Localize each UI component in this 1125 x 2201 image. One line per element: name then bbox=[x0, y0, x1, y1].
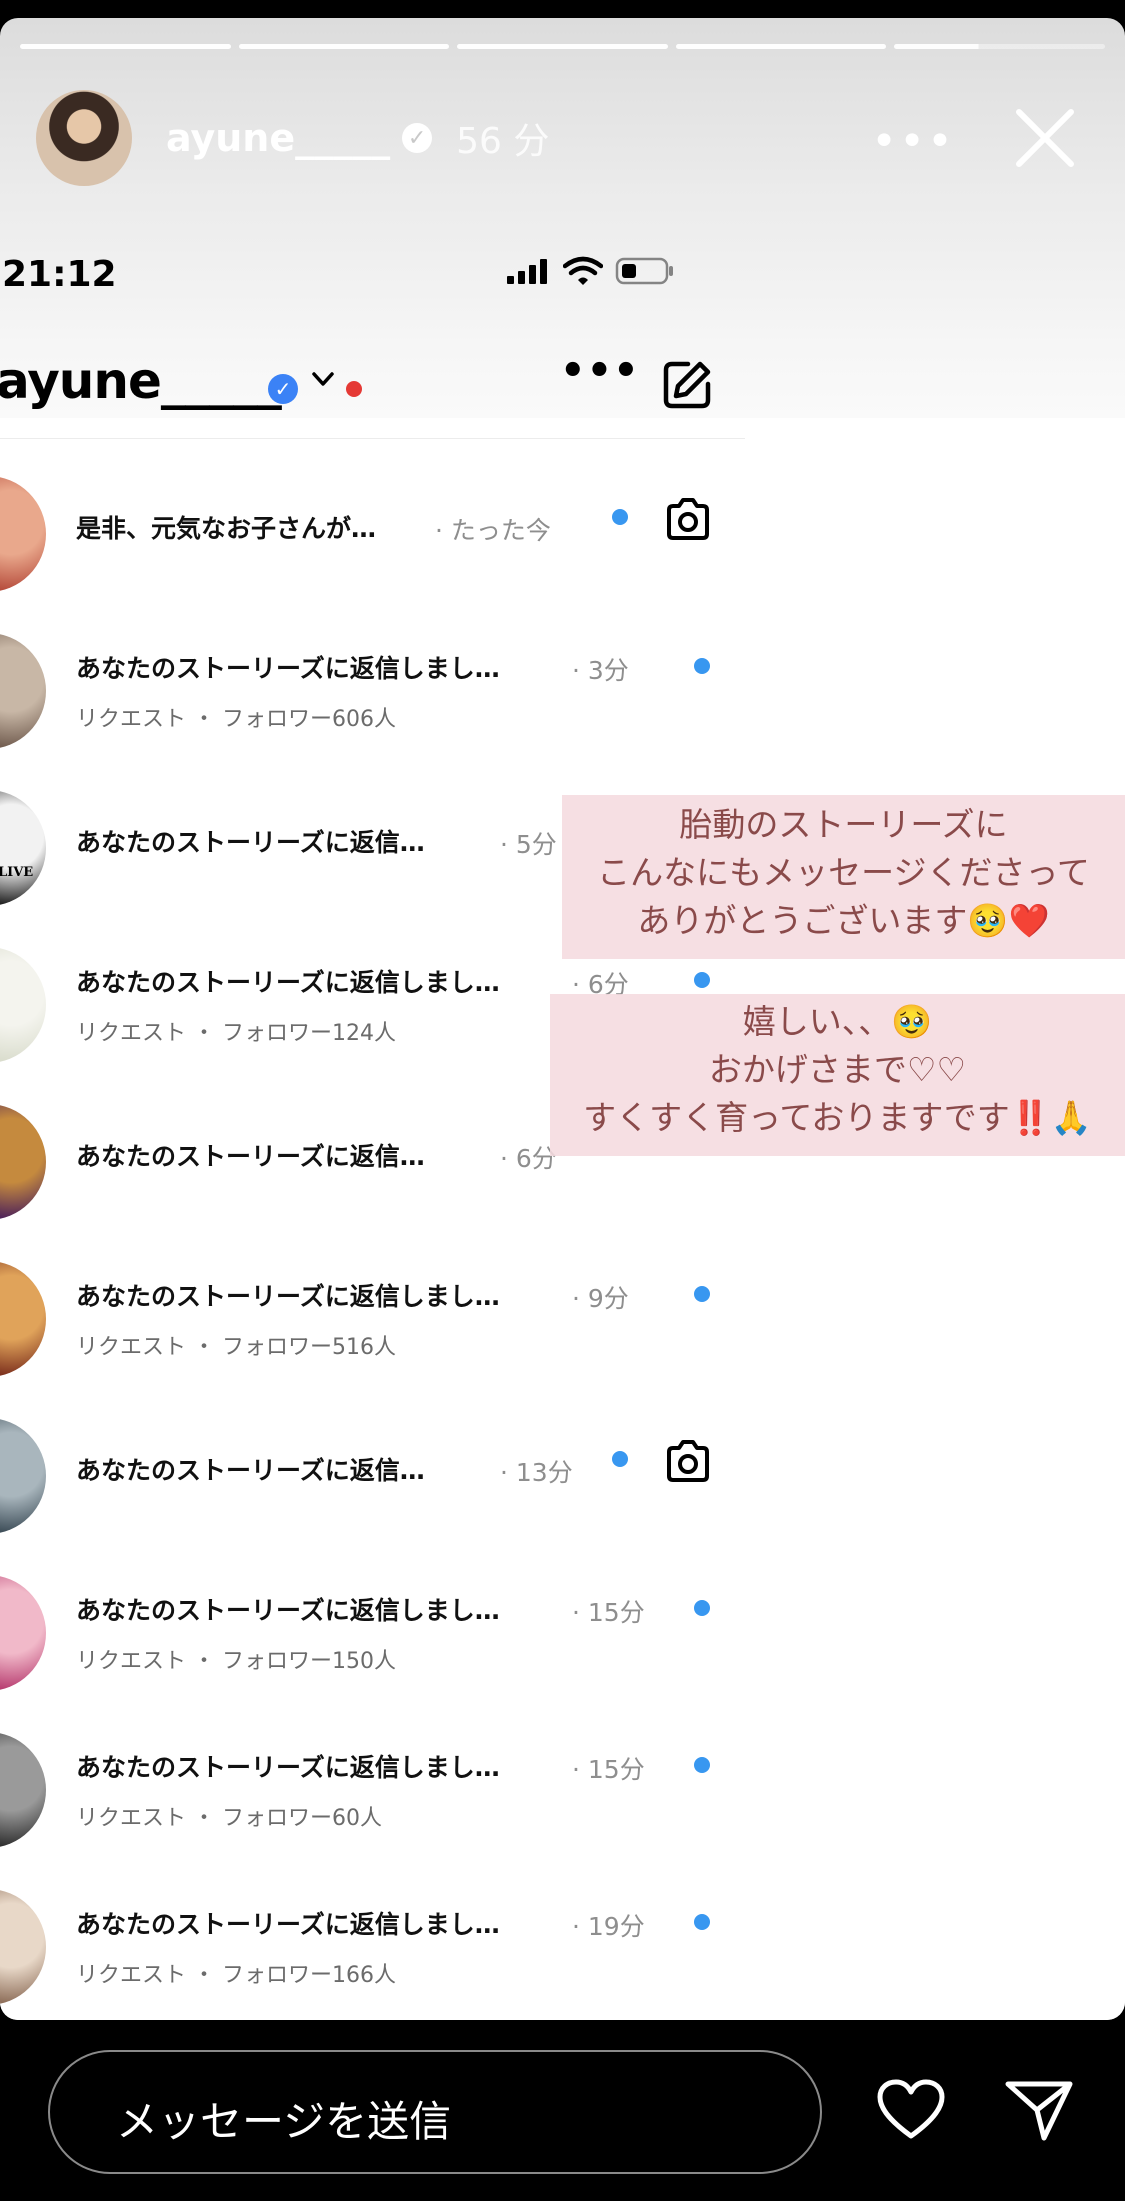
thread-title: あなたのストーリーズに返信しまし… bbox=[76, 1753, 500, 1782]
status-time: 21:12 bbox=[2, 254, 117, 295]
story-header: ayune_____ ✓ 56 分 ••• bbox=[36, 90, 1105, 186]
unread-dot bbox=[612, 1451, 628, 1467]
notification-dot bbox=[346, 381, 362, 397]
overlay-line: 胎動のストーリーズに bbox=[679, 805, 1008, 844]
thread-row[interactable]: あなたのストーリーズに返信しまし… · 19分リクエスト ・ フォロワー166人 bbox=[0, 1869, 745, 2020]
thread-time: · たった今 bbox=[435, 516, 551, 545]
thread-title: 是非、元気なお子さんが… bbox=[76, 514, 377, 543]
thread-title: あなたのストーリーズに返信しまし… bbox=[76, 1596, 500, 1625]
unread-dot bbox=[694, 972, 710, 988]
compose-icon[interactable] bbox=[660, 358, 714, 412]
avatar[interactable] bbox=[0, 1575, 46, 1691]
thread-row[interactable]: 是非、元気なお子さんが… · たった今 bbox=[0, 456, 745, 613]
thread-title: あなたのストーリーズに返信しまし… bbox=[76, 1910, 500, 1939]
verified-icon: ✓ bbox=[402, 123, 433, 153]
thread-title: あなたのストーリーズに返信しまし… bbox=[76, 1282, 500, 1311]
story-progress-segment bbox=[20, 44, 231, 49]
story-progress bbox=[20, 44, 1105, 49]
inbox-header: ayune_____ ✓ ••• bbox=[0, 328, 745, 439]
thread-time: · 3分 bbox=[572, 656, 629, 685]
story-card: ayune_____ ✓ 56 分 ••• 21:12 ayune_____ ✓… bbox=[0, 18, 1125, 2020]
verified-icon: ✓ bbox=[268, 374, 298, 404]
thread-subtitle: リクエスト ・ フォロワー516人 bbox=[76, 1335, 396, 1360]
thread-time: · 19分 bbox=[572, 1912, 645, 1941]
inbox-username[interactable]: ayune_____ bbox=[0, 352, 282, 410]
chevron-down-icon[interactable] bbox=[310, 366, 336, 392]
unread-dot bbox=[694, 1600, 710, 1616]
inbox-more-icon[interactable]: ••• bbox=[560, 348, 640, 394]
thread-time: · 5分 bbox=[500, 830, 557, 859]
thread-time: · 13分 bbox=[500, 1458, 573, 1487]
thread-subtitle: リクエスト ・ フォロワー60人 bbox=[76, 1806, 382, 1831]
overlay-line: こんなにもメッセージくださって bbox=[597, 853, 1090, 892]
overlay-line: すくすく育っておりますです‼️🙏 bbox=[583, 1098, 1092, 1137]
story-progress-segment bbox=[457, 44, 668, 49]
message-input[interactable]: メッセージを送信 bbox=[48, 2050, 822, 2174]
story-reply-bar: メッセージを送信 bbox=[0, 2020, 1125, 2201]
unread-dot bbox=[694, 658, 710, 674]
thread-time: · 9分 bbox=[572, 1284, 629, 1313]
avatar[interactable] bbox=[0, 1889, 46, 2005]
avatar[interactable] bbox=[0, 476, 46, 592]
signal-icon bbox=[507, 259, 547, 284]
thread-title: あなたのストーリーズに返信しまし… bbox=[76, 968, 500, 997]
story-username[interactable]: ayune_____ bbox=[166, 116, 390, 160]
thread-subtitle: リクエスト ・ フォロワー124人 bbox=[76, 1021, 396, 1046]
camera-icon[interactable] bbox=[663, 1436, 713, 1486]
avatar[interactable] bbox=[0, 947, 46, 1063]
story-progress-segment bbox=[238, 44, 450, 49]
story-time: 56 分 bbox=[456, 121, 550, 162]
avatar-badge: LIVE bbox=[0, 865, 34, 880]
camera-icon[interactable] bbox=[663, 494, 713, 544]
thread-title: あなたのストーリーズに返信しまし… bbox=[76, 654, 500, 683]
thread-title: あなたのストーリーズに返信… bbox=[76, 1142, 425, 1171]
thread-row[interactable]: あなたのストーリーズに返信… · 13分 bbox=[0, 1398, 745, 1555]
overlay-line: ありがとうございます🥹❤️ bbox=[637, 901, 1050, 940]
send-icon[interactable] bbox=[1004, 2078, 1074, 2142]
thread-row[interactable]: あなたのストーリーズに返信しまし… · 3分リクエスト ・ フォロワー606人 bbox=[0, 613, 745, 770]
overlay-line: 嬉しい、、🥹 bbox=[742, 1002, 933, 1041]
unread-dot bbox=[612, 509, 628, 525]
unread-dot bbox=[694, 1914, 710, 1930]
thread-title: あなたのストーリーズに返信… bbox=[76, 828, 425, 857]
thread-time: · 15分 bbox=[572, 1598, 645, 1627]
thread-subtitle: リクエスト ・ フォロワー606人 bbox=[76, 707, 396, 732]
close-icon[interactable] bbox=[1009, 102, 1081, 174]
avatar[interactable] bbox=[0, 1104, 46, 1220]
heart-icon[interactable] bbox=[876, 2078, 946, 2142]
more-options-icon[interactable]: ••• bbox=[871, 116, 955, 167]
unread-dot bbox=[694, 1286, 710, 1302]
status-bar: 21:12 bbox=[0, 246, 745, 306]
thread-subtitle: リクエスト ・ フォロワー150人 bbox=[76, 1649, 396, 1674]
thread-time: · 15分 bbox=[572, 1755, 645, 1784]
thread-title: あなたのストーリーズに返信… bbox=[76, 1456, 425, 1485]
avatar[interactable] bbox=[0, 633, 46, 749]
unread-dot bbox=[694, 1757, 710, 1773]
message-placeholder: メッセージを送信 bbox=[116, 2097, 452, 2146]
story-text-overlay-1: 胎動のストーリーズにこんなにもメッセージくださって ありがとうございます🥹❤️ bbox=[562, 795, 1125, 959]
battery-icon bbox=[615, 257, 673, 285]
thread-row[interactable]: あなたのストーリーズに返信しまし… · 15分リクエスト ・ フォロワー150人 bbox=[0, 1555, 745, 1712]
overlay-line: おかげさまで♡♡ bbox=[708, 1050, 967, 1089]
story-progress-segment bbox=[894, 44, 1105, 49]
wifi-icon bbox=[563, 256, 603, 285]
story-avatar[interactable] bbox=[36, 90, 132, 186]
thread-time: · 6分 bbox=[500, 1144, 557, 1173]
thread-row[interactable]: あなたのストーリーズに返信しまし… · 15分リクエスト ・ フォロワー60人 bbox=[0, 1712, 745, 1869]
story-progress-segment bbox=[675, 44, 887, 49]
avatar[interactable] bbox=[0, 1418, 46, 1534]
avatar[interactable] bbox=[0, 1732, 46, 1848]
avatar[interactable] bbox=[0, 790, 46, 906]
thread-subtitle: リクエスト ・ フォロワー166人 bbox=[76, 1963, 396, 1988]
avatar[interactable] bbox=[0, 1261, 46, 1377]
thread-row[interactable]: あなたのストーリーズに返信しまし… · 9分リクエスト ・ フォロワー516人 bbox=[0, 1241, 745, 1398]
story-text-overlay-2: 嬉しい、、🥹 おかげさまで♡♡ すくすく育っておりますです‼️🙏 bbox=[550, 994, 1125, 1156]
